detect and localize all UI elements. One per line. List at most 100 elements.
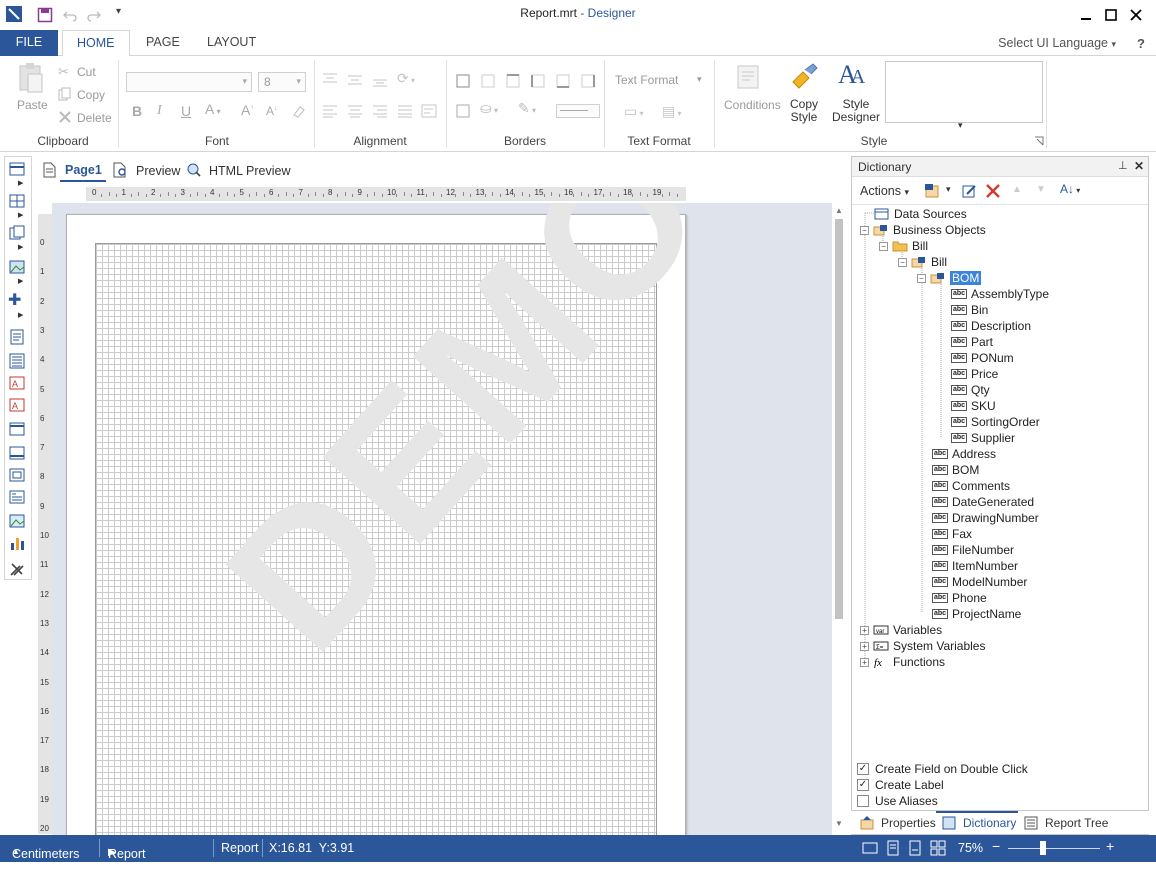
- font-size-combo[interactable]: 8 ▾: [258, 72, 306, 92]
- tree-item-functions[interactable]: + fx Functions: [860, 654, 945, 670]
- view-page-width-icon[interactable]: [862, 840, 878, 856]
- border-color-icon[interactable]: ✎ ▾: [518, 100, 536, 117]
- align-right-icon[interactable]: [372, 104, 388, 118]
- word-wrap-icon[interactable]: [421, 103, 437, 119]
- align-bottom-icon[interactable]: [372, 74, 388, 88]
- tree-item-field[interactable]: abc Bin: [951, 302, 988, 318]
- pin-icon[interactable]: ⊥: [1118, 159, 1128, 172]
- copy-style-icon[interactable]: [789, 62, 819, 92]
- border-style-combo[interactable]: [556, 104, 600, 118]
- zoom-in-icon[interactable]: +: [1106, 838, 1114, 854]
- expand-toggle-icon[interactable]: +: [860, 657, 869, 667]
- delete-button[interactable]: Delete: [77, 111, 112, 125]
- expand-arrow-icon[interactable]: ▶: [18, 179, 23, 187]
- border-bottom-icon[interactable]: [556, 74, 570, 88]
- delete-item-icon[interactable]: [985, 183, 1001, 199]
- style-designer-button[interactable]: Style Designer: [832, 98, 880, 124]
- tree-item-field[interactable]: abc Supplier: [951, 430, 1015, 446]
- checkbox-checked[interactable]: ✓: [857, 779, 869, 791]
- form-icon[interactable]: [8, 489, 28, 507]
- rotate-text-icon[interactable]: ⟳ ▾: [397, 70, 415, 87]
- tree-item-field[interactable]: abc PONum: [951, 350, 1014, 366]
- border-left-icon[interactable]: [531, 74, 545, 88]
- tools-icon[interactable]: [8, 561, 28, 579]
- move-up-icon[interactable]: ▲: [1012, 184, 1022, 195]
- close-button[interactable]: [1122, 0, 1150, 30]
- new-item-dropdown-icon[interactable]: ▾: [946, 184, 951, 195]
- fill-color-icon[interactable]: ⛀ ▾: [480, 100, 498, 117]
- tab-preview[interactable]: Preview: [136, 164, 180, 178]
- tab-layout[interactable]: LAYOUT: [193, 30, 270, 56]
- text-format-icon[interactable]: ▭ ▾: [624, 103, 643, 120]
- view-multiple-pages-icon[interactable]: [930, 840, 946, 856]
- option-checkbox-row[interactable]: Use Aliases: [857, 793, 1147, 809]
- tree-item-field[interactable]: abc Fax: [932, 526, 972, 542]
- tree-item-field[interactable]: abc SKU: [951, 398, 996, 414]
- clone-icon[interactable]: [8, 445, 28, 463]
- checkbox-checked[interactable]: ✓: [857, 763, 869, 775]
- border-settings-icon[interactable]: [456, 104, 470, 118]
- actions-menu-button[interactable]: Actions ▾: [860, 184, 909, 198]
- tree-item-field[interactable]: abc AssemblyType: [951, 286, 1049, 302]
- canvas-vertical-scrollbar[interactable]: ▲ ▼: [832, 203, 846, 835]
- tab-page1[interactable]: Page1: [65, 163, 102, 177]
- tree-item-field[interactable]: abc Qty: [951, 382, 990, 398]
- border-right-icon[interactable]: [581, 74, 595, 88]
- tree-item-field[interactable]: abc DrawingNumber: [932, 510, 1039, 526]
- font-color-icon[interactable]: A ▾: [205, 101, 221, 117]
- tree-item-field[interactable]: abc ModelNumber: [932, 574, 1027, 590]
- conditions-icon[interactable]: [735, 64, 763, 92]
- tree-item-field[interactable]: abc FileNumber: [932, 542, 1014, 558]
- tree-item-field[interactable]: abc SortingOrder: [951, 414, 1040, 430]
- view-one-page-icon[interactable]: [885, 840, 901, 856]
- zoom-out-icon[interactable]: −: [992, 838, 1000, 854]
- tree-item-field[interactable]: abc ProjectName: [932, 606, 1021, 622]
- tree-item-bom[interactable]: − BOM: [917, 270, 982, 286]
- copy-button[interactable]: Copy: [77, 88, 105, 102]
- tree-item-variables[interactable]: + var Variables: [860, 622, 942, 638]
- expand-toggle-icon[interactable]: −: [917, 273, 926, 283]
- expand-toggle-icon[interactable]: +: [860, 641, 869, 651]
- shrink-font-icon[interactable]: A↓: [266, 104, 278, 118]
- scroll-up-arrow-icon[interactable]: ▲: [835, 206, 843, 215]
- expand-arrow-icon[interactable]: ▶: [18, 311, 23, 319]
- expand-toggle-icon[interactable]: −: [879, 241, 888, 251]
- border-none-icon[interactable]: [481, 74, 495, 88]
- tab-home[interactable]: HOME: [62, 30, 130, 57]
- zoom-slider-thumb[interactable]: [1040, 841, 1046, 855]
- justify-icon[interactable]: [397, 104, 413, 118]
- report-page[interactable]: DEMO: [66, 203, 748, 835]
- panel-close-icon[interactable]: ✕: [1134, 159, 1144, 173]
- style-gallery[interactable]: [885, 61, 1043, 123]
- align-middle-icon[interactable]: [347, 72, 363, 86]
- style-gallery-dropdown-icon[interactable]: ▾: [958, 120, 963, 131]
- scroll-thumb[interactable]: [835, 219, 843, 619]
- tree-item-field[interactable]: abc Description: [951, 318, 1031, 334]
- copy-icon[interactable]: [58, 87, 72, 101]
- italic-button[interactable]: I: [157, 103, 162, 119]
- image-components-icon[interactable]: [8, 259, 28, 277]
- minimize-button[interactable]: [1072, 0, 1100, 30]
- cut-icon[interactable]: ✂: [58, 64, 69, 80]
- zoom-slider-track[interactable]: [1008, 848, 1100, 849]
- bold-button[interactable]: B: [132, 103, 142, 119]
- panel-icon[interactable]: [8, 421, 28, 439]
- move-down-icon[interactable]: ▼: [1036, 184, 1046, 195]
- cut-button[interactable]: Cut: [77, 65, 96, 79]
- scroll-down-arrow-icon[interactable]: ▼: [835, 819, 843, 828]
- paste-icon[interactable]: [16, 62, 46, 94]
- tree-item-field[interactable]: abc Comments: [932, 478, 1010, 494]
- option-checkbox-row[interactable]: ✓ Create Label: [857, 777, 1147, 793]
- clear-format-icon[interactable]: [291, 104, 305, 118]
- subreport-icon[interactable]: [8, 467, 28, 485]
- tree-item-field[interactable]: abc DateGenerated: [932, 494, 1034, 510]
- expand-arrow-icon[interactable]: ▶: [18, 277, 23, 285]
- tab-html-preview[interactable]: HTML Preview: [209, 164, 291, 178]
- components-icon[interactable]: [8, 225, 28, 243]
- grow-font-icon[interactable]: A↑: [241, 102, 254, 118]
- expand-toggle-icon[interactable]: +: [860, 625, 869, 635]
- view-two-pages-icon[interactable]: [907, 840, 923, 856]
- language-select[interactable]: Select UI Language ▾: [998, 36, 1116, 50]
- report-button[interactable]: Report: [221, 841, 259, 855]
- align-top-icon[interactable]: [322, 72, 338, 86]
